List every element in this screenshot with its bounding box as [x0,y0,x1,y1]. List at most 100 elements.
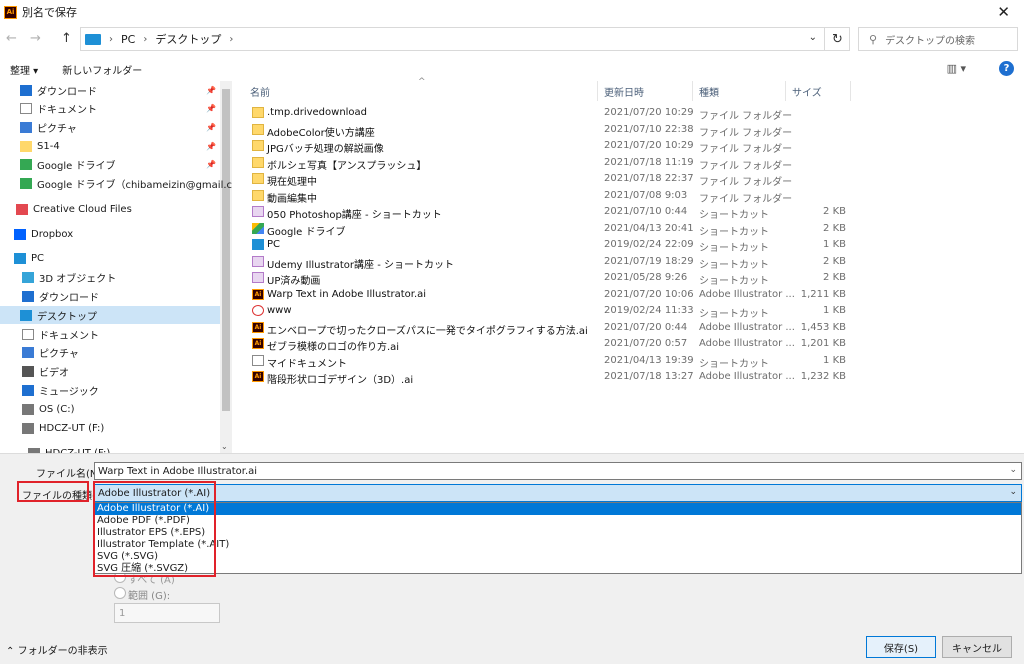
range-input[interactable]: 1 [114,603,220,623]
file-type: ショートカット [699,276,769,287]
scroll-down-icon[interactable]: ⌄ [221,442,228,451]
breadcrumb-desktop[interactable]: デスクトップ [155,31,221,47]
up-arrow-icon[interactable]: ↑ [61,31,72,46]
file-date: 2021/07/10 22:38 [604,123,694,135]
filename-field[interactable]: Warp Text in Adobe Illustrator.ai ⌄ [94,462,1022,480]
navigation-pane: ⌄ ダウンロード 📌 ドキュメント 📌 ピクチャ 📌 S1-4 📌 Google ドライブ 📌 Go… [0,81,232,453]
sidebar-item[interactable]: ダウンロード [0,287,220,305]
sidebar-item-label: ダウンロード [37,86,97,98]
sidebar-item[interactable]: ピクチャ [0,343,220,361]
file-row[interactable]: Ai 階段形状ロゴデザイン（3D）.ai 2021/07/18 13:27 Adobe… [242,369,862,386]
new-folder-button[interactable]: 新しいフォルダー [62,62,142,77]
filetype-option[interactable]: Illustrator EPS (*.EPS) [95,527,1021,539]
pin-icon[interactable]: 📌 [206,142,216,151]
radio-range[interactable] [114,587,126,599]
file-date: 2021/07/20 0:44 [604,321,688,333]
filetype-option[interactable]: SVG (*.SVG) [95,551,1021,563]
back-arrow-icon[interactable]: ← [6,31,17,46]
sidebar-item[interactable]: 3D オブジェクト [0,268,220,286]
file-row[interactable]: Udemy Illustrator講座 - ショートカット 2021/07/19 … [242,254,862,271]
file-row[interactable]: UP済み動画 2021/05/28 9:26 ショートカット 2 KB [242,270,862,287]
column-header-size[interactable]: サイズ [792,81,822,101]
column-divider[interactable] [597,81,598,101]
file-row[interactable]: マイドキュメント 2021/04/13 19:39 ショートカット 1 KB [242,353,862,370]
column-header-type[interactable]: 種類 [699,81,719,101]
sidebar-item[interactable]: Google ドライブ（chibameizin@gmail.com [0,174,232,192]
cancel-button[interactable]: キャンセル [942,636,1012,658]
sidebar-item[interactable]: HDCZ-UT (F:) [0,419,220,437]
column-header-name[interactable]: 名前 [250,81,270,101]
file-date: 2021/07/20 10:06 [604,288,694,300]
file-date: 2019/02/24 11:33 [604,305,694,316]
column-divider[interactable] [850,81,851,101]
forward-arrow-icon[interactable]: → [30,31,41,46]
refresh-button[interactable]: ↻ [824,27,850,51]
hide-folders-toggle[interactable]: ⌃ フォルダーの非表示 [6,642,108,657]
filetype-select[interactable]: Adobe Illustrator (*.AI) ⌄ [94,484,1022,502]
file-row[interactable]: JPGバッチ処理の解説画像 2021/07/20 10:29 ファイル フォルダー [242,138,862,155]
chevron-down-icon[interactable]: ⌄ [1009,465,1017,475]
sidebar-item-label: ピクチャ [39,348,79,360]
file-row[interactable]: AdobeColor使い方講座 2021/07/10 22:38 ファイル フォルダ… [242,122,862,139]
file-row[interactable]: Ai Warp Text in Adobe Illustrator.ai 2021/… [242,287,862,303]
sidebar-item[interactable]: Dropbox [0,225,220,243]
file-name: Google ドライブ [267,226,346,238]
filetype-option[interactable]: Adobe Illustrator (*.AI) [95,503,1021,515]
file-name: AdobeColor使い方講座 [267,127,375,139]
filetype-option[interactable]: SVG 圧縮 (*.SVGZ) [95,563,1021,575]
sidebar-item[interactable]: ビデオ [0,362,220,380]
sidebar-item[interactable]: ドキュメント 📌 [0,99,220,117]
sidebar-item[interactable]: ダウンロード 📌 [0,81,220,99]
file-row[interactable]: Ai ゼブラ模様のロゴの作り方.ai 2021/07/20 0:57 Adobe Il… [242,336,862,353]
file-row[interactable]: PC 2019/02/24 22:09 ショートカット 1 KB [242,237,862,254]
file-row[interactable]: .tmp.drivedownload 2021/07/20 10:29 ファイル フ… [242,105,862,122]
save-button[interactable]: 保存(S) [866,636,936,658]
column-header-date[interactable]: 更新日時 [604,81,644,101]
sidebar-item[interactable]: OS (C:) [0,400,220,418]
video-icon [22,365,34,377]
close-icon[interactable]: ✕ [997,3,1010,21]
file-row[interactable]: 現在処理中 2021/07/18 22:37 ファイル フォルダー [242,171,862,188]
address-bar[interactable]: › PC › デスクトップ › ⌄ [80,27,850,51]
sidebar-item[interactable]: HDCZ-UT (F:) [0,444,220,453]
filetype-option[interactable]: Illustrator Template (*.AIT) [95,539,1021,551]
pin-icon[interactable]: 📌 [206,104,216,113]
folder-icon [252,156,264,168]
view-options-icon[interactable]: ▥ ▾ [947,62,966,75]
breadcrumb-pc[interactable]: PC [121,33,135,46]
pin-icon[interactable]: 📌 [206,123,216,132]
sidebar-item[interactable]: PC [0,249,220,267]
sidebar-item[interactable]: Creative Cloud Files [0,200,220,218]
column-divider[interactable] [785,81,786,101]
pin-icon[interactable]: 📌 [206,86,216,95]
sidebar-item[interactable]: S1-4 📌 [0,137,220,155]
chevron-down-icon[interactable]: ⌄ [809,32,817,43]
google-drive-icon [252,222,264,234]
file-row[interactable]: Ai エンベロープで切ったクローズパスに一発でタイポグラフィする方法.ai 2021… [242,320,862,337]
organize-menu[interactable]: 整理 ▾ [10,62,38,77]
file-row[interactable]: 050 Photoshop講座 - ショートカット 2021/07/10 0:44… [242,204,862,221]
help-icon[interactable]: ? [999,61,1014,76]
sidebar-scrollbar[interactable]: ⌄ [220,81,232,453]
file-row[interactable]: Google ドライブ 2021/04/13 20:41 ショートカット 2 KB [242,221,862,238]
scrollbar-thumb[interactable] [222,89,230,411]
file-row[interactable]: www 2019/02/24 11:33 ショートカット 1 KB [242,303,862,320]
file-type: ファイル フォルダー [699,127,793,139]
sidebar-item[interactable]: ミュージック [0,381,220,399]
search-input[interactable]: ⚲ デスクトップの検索 [858,27,1018,51]
sidebar-item-label: OS (C:) [39,403,75,415]
column-divider[interactable] [692,81,693,101]
filetype-option[interactable]: Adobe PDF (*.PDF) [95,515,1021,527]
sidebar-item[interactable]: Google ドライブ 📌 [0,155,220,173]
file-size: 1 KB [823,354,846,366]
file-type: ファイル フォルダー [699,160,793,172]
file-type: Adobe Illustrator ... [699,338,795,349]
pin-icon[interactable]: 📌 [206,160,216,169]
picture-icon [22,346,34,358]
sidebar-item[interactable]: ドキュメント [0,325,220,343]
file-row[interactable]: ボルシェ写真【アンスプラッシュ】 2021/07/18 11:19 ファイル フォル… [242,155,862,172]
sidebar-item[interactable]: ピクチャ 📌 [0,118,220,136]
file-row[interactable]: 動画編集中 2021/07/08 9:03 ファイル フォルダー [242,188,862,205]
sidebar-item[interactable]: デスクトップ [0,306,220,324]
chevron-down-icon[interactable]: ⌄ [1009,487,1017,497]
